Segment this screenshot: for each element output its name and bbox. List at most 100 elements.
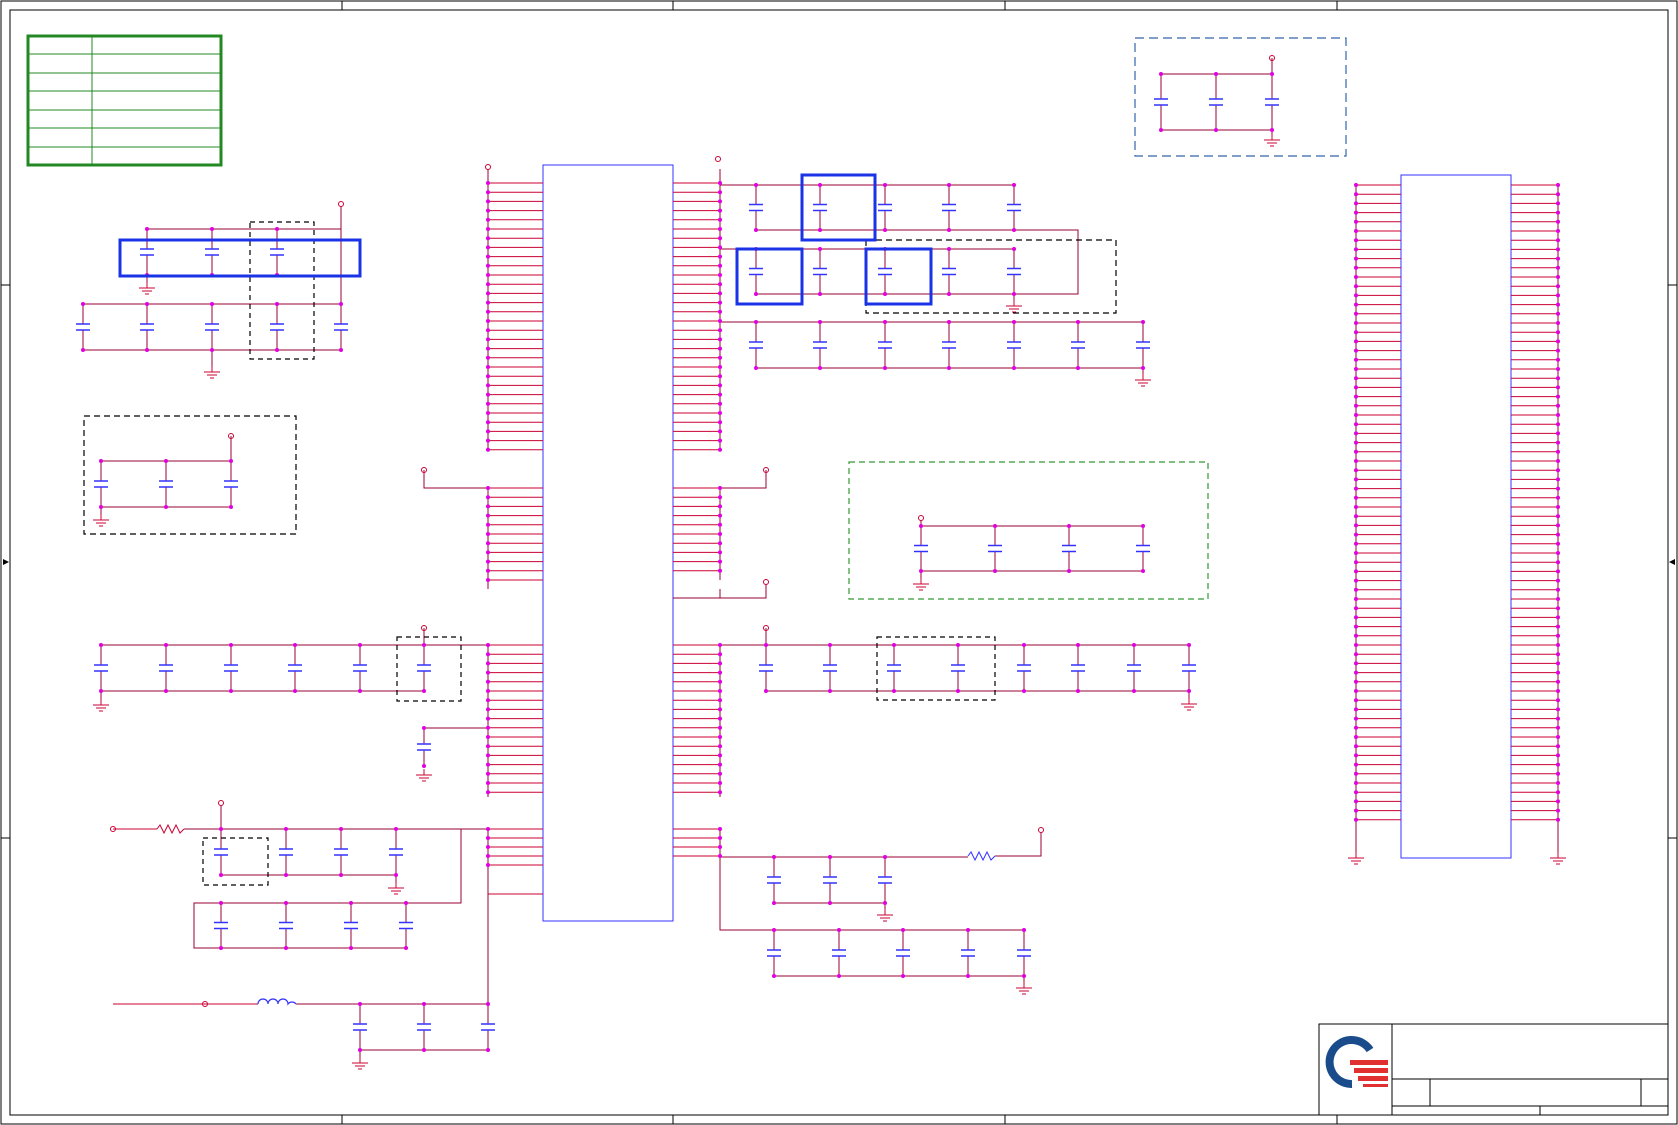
junction-node <box>883 320 887 324</box>
junction-node <box>718 689 722 693</box>
junction-node <box>1354 403 1358 408</box>
junction-node <box>1556 551 1560 555</box>
power-port <box>918 515 924 521</box>
junction-node <box>486 254 490 259</box>
junction-node <box>718 522 722 527</box>
junction-node <box>754 320 758 324</box>
junction-node <box>486 836 490 840</box>
junction-node <box>1556 569 1560 574</box>
junction-node <box>164 689 168 693</box>
junction-node <box>883 183 887 187</box>
power-ports <box>110 55 1275 1007</box>
junction-node <box>892 689 896 693</box>
junction-node <box>1556 219 1560 224</box>
junction-node <box>1556 679 1560 684</box>
junction-node <box>339 302 343 306</box>
junction-node <box>1354 652 1358 657</box>
junction-node <box>1354 256 1358 261</box>
junction-node <box>486 716 490 721</box>
junction-node <box>718 245 722 250</box>
junction-node <box>1354 725 1358 730</box>
junction-node <box>1022 928 1026 932</box>
junction-node <box>1556 799 1560 804</box>
junction-node <box>718 365 722 369</box>
junction-node <box>1556 698 1560 703</box>
junction-node <box>1354 790 1358 795</box>
junction-node <box>486 208 490 213</box>
junction-node <box>1076 689 1080 693</box>
junction-node <box>1556 330 1560 335</box>
junction-node <box>718 190 722 195</box>
junction-node <box>229 459 233 463</box>
junction-node <box>1354 707 1358 712</box>
junction-node <box>275 348 279 352</box>
junction-node <box>99 643 103 647</box>
junction-node <box>818 292 822 296</box>
junction-node <box>818 183 822 187</box>
junction-node <box>919 524 923 528</box>
junction-node <box>486 263 490 268</box>
junction-node <box>901 928 905 932</box>
junction-node <box>284 873 288 877</box>
junction-node <box>486 383 490 388</box>
junction-node <box>883 855 887 859</box>
junction-node <box>145 302 149 306</box>
junction-node <box>1556 376 1560 381</box>
junction-node <box>718 411 722 415</box>
junction-node <box>718 716 722 721</box>
junction-node <box>1354 781 1358 785</box>
junction-node <box>754 366 758 370</box>
junction-node <box>1076 643 1080 647</box>
junction-node <box>1556 735 1560 739</box>
junction-node <box>1159 128 1163 132</box>
junction-node <box>422 689 426 693</box>
junction-node <box>883 901 887 905</box>
junction-node <box>486 725 490 730</box>
junction-node <box>486 550 490 555</box>
junction-node <box>947 292 951 296</box>
junction-node <box>1354 394 1358 399</box>
connector-ic <box>1400 174 1512 859</box>
junction-node <box>919 569 923 573</box>
junction-node <box>486 845 490 849</box>
junction-node <box>718 300 722 305</box>
junction-node <box>1022 689 1026 693</box>
junction-node <box>818 228 822 232</box>
junction-node <box>486 392 490 397</box>
junction-node <box>1354 569 1358 574</box>
resistor-r2 <box>967 850 996 862</box>
junction-node <box>486 863 490 867</box>
junction-node <box>1187 643 1191 647</box>
junction-node <box>1159 72 1163 76</box>
junction-node <box>486 236 490 241</box>
junction-node <box>486 670 490 675</box>
junction-node <box>1556 716 1560 721</box>
junction-node <box>718 652 722 657</box>
junction-node <box>1354 265 1358 270</box>
wire <box>995 832 1042 857</box>
junction-node <box>1354 633 1358 638</box>
junction-node <box>718 181 722 185</box>
junction-node <box>1354 560 1358 565</box>
junction-node <box>718 735 722 739</box>
resistor-r1 <box>156 823 185 835</box>
junction-node <box>486 735 490 739</box>
junction-node <box>1354 587 1358 592</box>
junction-node <box>718 504 722 509</box>
junction-node <box>764 689 768 693</box>
wire <box>719 857 1024 931</box>
junction-node <box>1012 320 1016 324</box>
junction-node <box>1556 707 1560 712</box>
junction-node <box>339 348 343 352</box>
junction-node <box>1354 385 1358 390</box>
junction-node <box>718 568 722 573</box>
junction-node <box>486 522 490 527</box>
junction-node <box>486 504 490 509</box>
junction-node <box>1556 578 1560 583</box>
junction-node <box>1556 183 1560 187</box>
junction-node <box>486 578 490 582</box>
junction-node <box>718 199 722 204</box>
junction-node <box>1076 366 1080 370</box>
junction-node <box>837 928 841 932</box>
group-boxes <box>83 37 1347 886</box>
